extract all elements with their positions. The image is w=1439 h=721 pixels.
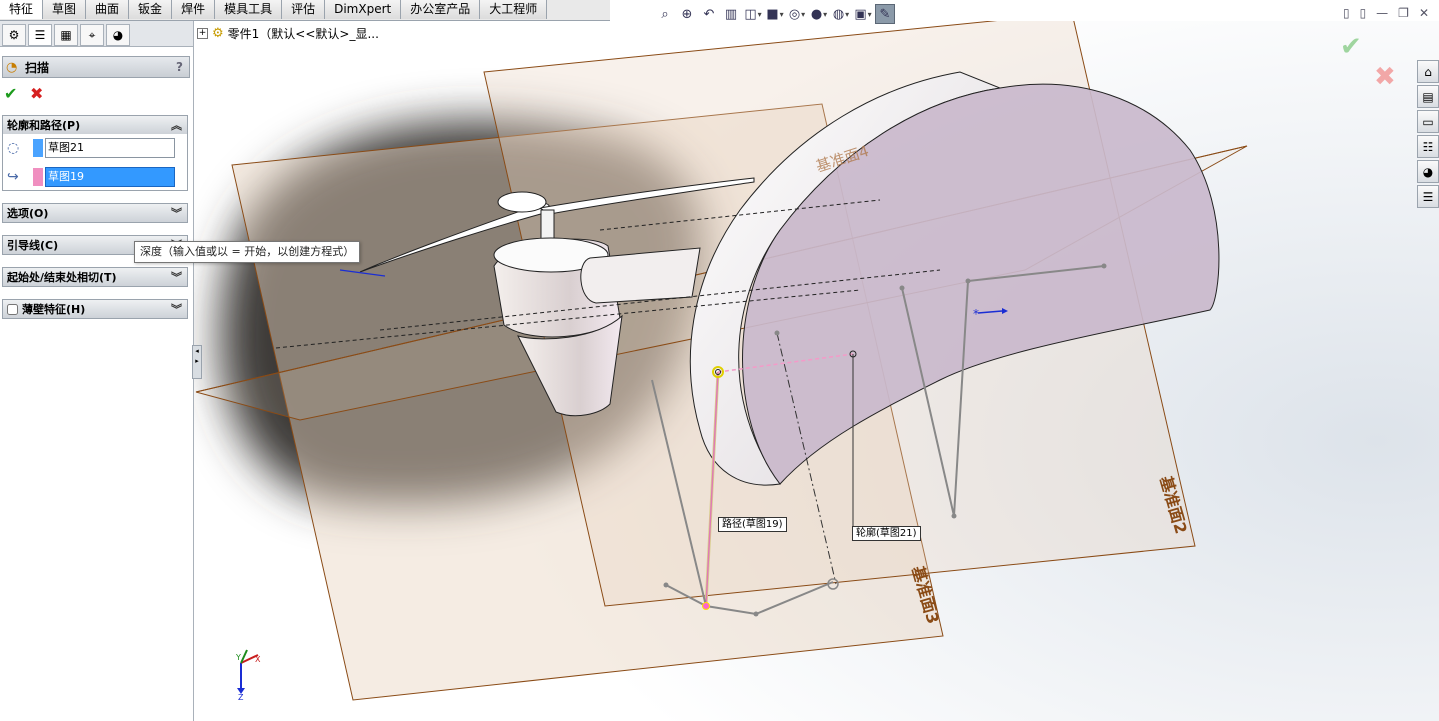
profile-row: ◌ 草图21 (7, 138, 175, 158)
ok-button[interactable]: ✔ (4, 84, 17, 103)
panel-collapse-handle[interactable]: ◂ ▸ (192, 345, 202, 379)
confirm-ok-icon[interactable]: ✔ (1340, 32, 1362, 62)
file-explorer-icon[interactable]: ▭ (1417, 110, 1439, 133)
dimxpert-manager-tab-icon[interactable]: ⌖ (80, 24, 104, 46)
window-controls: ▯ ▯ — ❐ ✕ (1343, 6, 1429, 20)
restore-icon[interactable]: ❐ (1398, 6, 1409, 20)
view-orientation-icon[interactable]: ◫ (743, 4, 763, 24)
minimize-icon[interactable]: — (1376, 6, 1388, 20)
tab-7[interactable]: DimXpert (325, 0, 402, 19)
thin-feature-group-header[interactable]: 薄壁特征(H) ︾ (3, 300, 187, 318)
tangency-group-header[interactable]: 起始处/结束处相切(T) ︾ (3, 268, 187, 286)
view-settings-icon[interactable]: ▣ (853, 4, 873, 24)
path-icon: ↪ (7, 169, 19, 185)
view-palette-icon[interactable]: ☷ (1417, 135, 1439, 158)
propeller-hub (497, 191, 547, 213)
path-selection-field[interactable]: 草图19 (45, 167, 175, 187)
tree-root-label: 零件1（默认<<默认>_显... (227, 27, 379, 41)
tab-8[interactable]: 办公室产品 (401, 0, 481, 19)
previous-view-icon[interactable]: ↶ (699, 4, 719, 24)
tab-2[interactable]: 曲面 (86, 0, 130, 19)
expand-chevron-icon[interactable]: ︾ (171, 301, 182, 317)
configuration-manager-tab-icon[interactable]: ▦ (54, 24, 78, 46)
graphics-area[interactable]: 基准面4 * 基准面2 基准面3 X Y Z 路径(草图19) 轮廓(草图21) (194, 21, 1439, 721)
path-color-swatch (33, 168, 43, 186)
expand-chevron-icon[interactable]: ︾ (171, 205, 182, 221)
options-group: 选项(O) ︾ (2, 203, 188, 223)
expand-icon[interactable]: + (197, 28, 208, 39)
command-manager-tabs: 特征 草图 曲面 钣金 焊件 模具工具 评估 DimXpert 办公室产品 大工程师 (0, 0, 610, 21)
feature-tree-tab-icon[interactable]: ⚙ (2, 24, 26, 46)
profile-selection-field[interactable]: 草图21 (45, 138, 175, 158)
zoom-area-icon[interactable]: ⊕ (677, 4, 697, 24)
part-icon: ⚙ (212, 26, 224, 41)
profile-icon: ◌ (7, 140, 20, 156)
apply-scene-icon[interactable]: ◍ (831, 4, 851, 24)
home-icon[interactable]: ⌂ (1417, 60, 1439, 83)
tab-6[interactable]: 评估 (282, 0, 326, 19)
display-manager-tab-icon[interactable]: ◕ (106, 24, 130, 46)
manager-tabs: ⚙ ☰ ▦ ⌖ ◕ (0, 21, 193, 47)
depth-tooltip: 深度（输入值或以 = 开始，以创建方程式） (134, 241, 361, 263)
task-pane-tabs: ⌂ ▤ ▭ ☷ ◕ ☰ (1417, 60, 1439, 208)
design-library-icon[interactable]: ▤ (1417, 85, 1439, 108)
hide-show-icon[interactable]: ◎ (787, 4, 807, 24)
tangency-group: 起始处/结束处相切(T) ︾ (2, 267, 188, 287)
expand-chevron-icon[interactable]: ︾ (171, 269, 182, 285)
profile-color-swatch (33, 139, 43, 157)
profile-path-group-header[interactable]: 轮廓和路径(P) ︽ (3, 116, 187, 134)
edit-appearance-icon[interactable]: ● (809, 4, 829, 24)
tile-right-icon[interactable]: ▯ (1360, 6, 1367, 20)
confirm-cancel-icon[interactable]: ✖ (1374, 62, 1396, 92)
tab-4[interactable]: 焊件 (172, 0, 216, 19)
display-style-icon[interactable]: ■ (765, 4, 785, 24)
tab-5[interactable]: 模具工具 (215, 0, 283, 19)
property-manager-tab-icon[interactable]: ☰ (28, 24, 52, 46)
svg-text:*: * (973, 307, 979, 321)
svg-text:X: X (255, 655, 261, 664)
profile-path-group: 轮廓和路径(P) ︽ ◌ 草图21 ↪ 草图19 (2, 115, 188, 191)
thin-feature-group: 薄壁特征(H) ︾ (2, 299, 188, 319)
collapse-chevron-icon[interactable]: ︽ (171, 117, 182, 133)
custom-properties-icon[interactable]: ☰ (1417, 185, 1439, 208)
sweep-feature-icon: ◔ (6, 60, 18, 75)
property-manager-panel: ⚙ ☰ ▦ ⌖ ◕ ◔ 扫描 ? ✔ ✖ 轮廓和路径(P) ︽ ◌ 草图21 ↪… (0, 21, 194, 721)
svg-text:Z: Z (238, 693, 244, 702)
appearances-icon[interactable]: ◕ (1417, 160, 1439, 183)
tab-3[interactable]: 钣金 (129, 0, 173, 19)
tile-left-icon[interactable]: ▯ (1343, 6, 1350, 20)
cancel-button[interactable]: ✖ (30, 84, 43, 103)
heads-up-view-toolbar: ⌕ ⊕ ↶ ▥ ◫ ■ ◎ ● ◍ ▣ ✎ (655, 3, 895, 25)
tab-9[interactable]: 大工程师 (480, 0, 548, 19)
model-canvas[interactable]: 基准面4 * 基准面2 基准面3 X Y Z (194, 21, 1439, 721)
feature-tree-flyout[interactable]: + ⚙ 零件1（默认<<默认>_显... (197, 25, 379, 42)
zoom-to-fit-icon[interactable]: ⌕ (655, 4, 675, 24)
profile-callout: 轮廓(草图21) (852, 526, 921, 541)
thin-feature-checkbox[interactable] (7, 303, 18, 315)
page-title: 扫描 (25, 60, 50, 75)
tab-0[interactable]: 特征 (0, 0, 44, 19)
close-icon[interactable]: ✕ (1419, 6, 1429, 20)
sweep-title-bar: ◔ 扫描 ? (2, 56, 190, 78)
help-icon[interactable]: ? (176, 60, 183, 74)
tab-1[interactable]: 草图 (43, 0, 87, 19)
path-callout: 路径(草图19) (718, 517, 787, 532)
section-view-icon[interactable]: ▥ (721, 4, 741, 24)
highlight-tool-icon[interactable]: ✎ (875, 4, 895, 24)
svg-text:Y: Y (235, 653, 241, 662)
options-group-header[interactable]: 选项(O) ︾ (3, 204, 187, 222)
path-row: ↪ 草图19 (7, 167, 175, 187)
